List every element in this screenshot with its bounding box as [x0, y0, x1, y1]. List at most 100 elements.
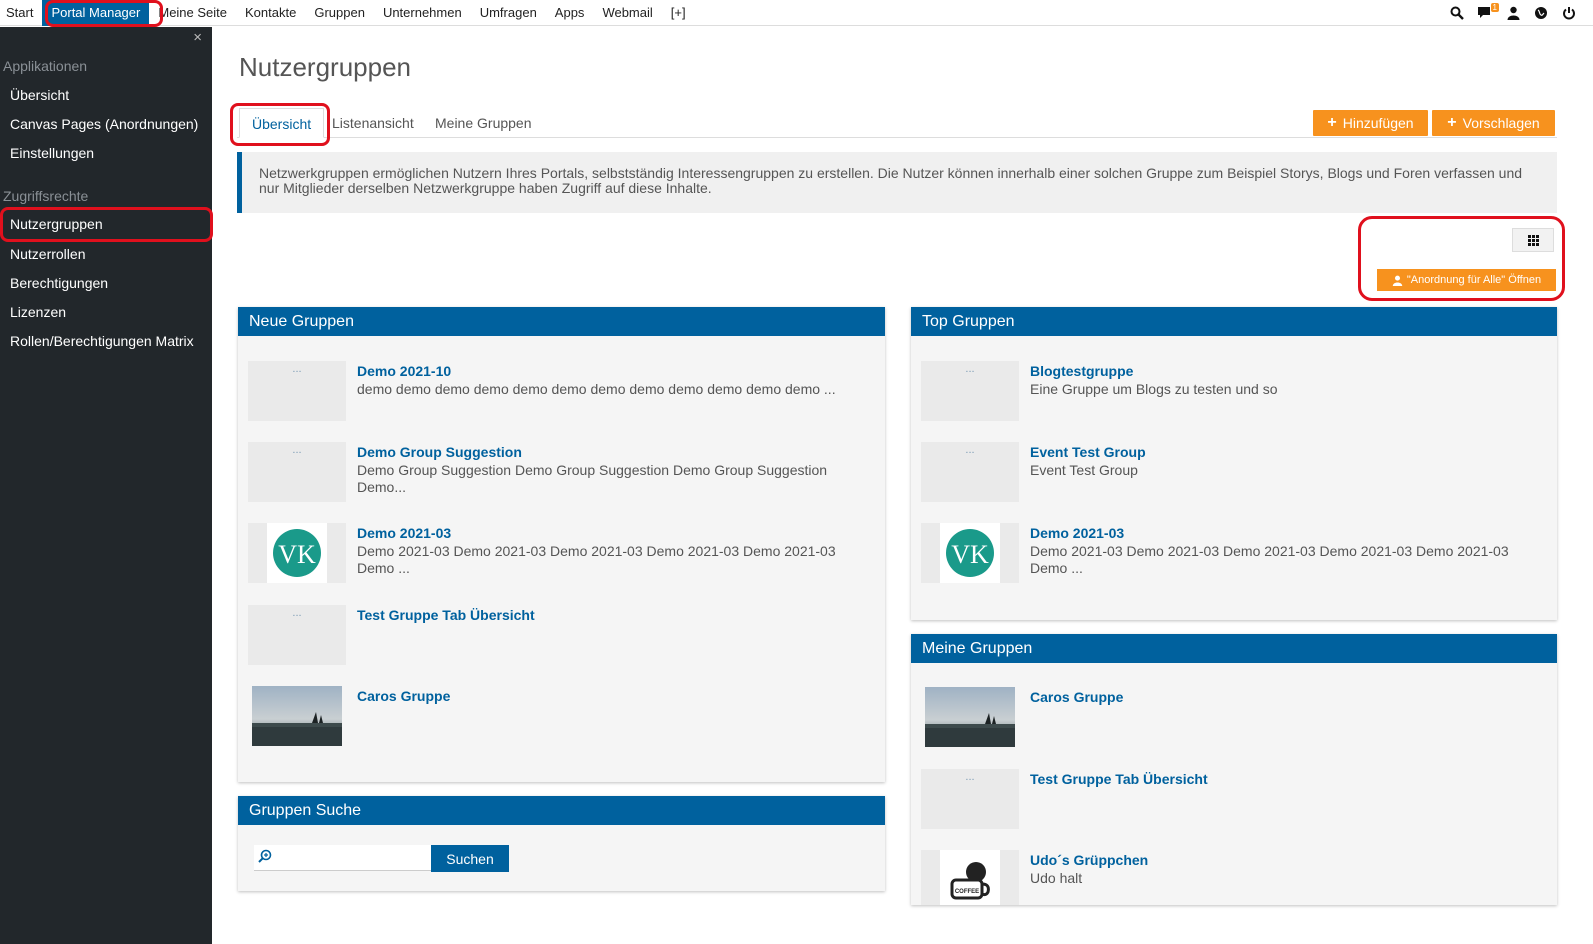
group-title-link[interactable]: Test Gruppe Tab Übersicht	[1030, 771, 1208, 787]
nav-apps[interactable]: Apps	[546, 0, 594, 26]
sidebar-item-nutzergruppen[interactable]: Nutzergruppen	[10, 216, 103, 232]
search-icon	[258, 849, 272, 863]
group-title-link[interactable]: Demo 2021-10	[357, 363, 451, 379]
info-text: Netzwerkgruppen ermöglichen Nutzern Ihre…	[259, 165, 1523, 196]
add-group-label: Hinzufügen	[1342, 115, 1414, 131]
nav-start[interactable]: Start	[0, 0, 42, 26]
panel-top-gruppen: Top Gruppen ... Blogtestgruppe Eine Grup…	[911, 307, 1557, 620]
search-button[interactable]: Suchen	[431, 845, 509, 872]
list-item: VK Demo 2021-03 Demo 2021-03 Demo 2021-0…	[921, 523, 1541, 583]
group-description: Demo 2021-03 Demo 2021-03 Demo 2021-03 D…	[357, 543, 836, 576]
nav-add-more[interactable]: [+]	[662, 0, 695, 26]
add-group-button[interactable]: + Hinzufügen	[1313, 110, 1428, 136]
list-item: COFFEE Udo´s Grüppchen Udo halt	[921, 850, 1541, 905]
user-icon	[1392, 275, 1403, 286]
info-box: Netzwerkgruppen ermöglichen Nutzern Ihre…	[237, 152, 1557, 213]
suggest-group-button[interactable]: + Vorschlagen	[1432, 110, 1555, 136]
group-title-link[interactable]: Test Gruppe Tab Übersicht	[357, 607, 535, 623]
vk-logo-icon: VK	[940, 523, 1000, 583]
tab-uebersicht[interactable]: Übersicht	[239, 108, 325, 138]
user-icon[interactable]	[1505, 5, 1521, 21]
group-description: demo demo demo demo demo demo demo demo …	[357, 381, 836, 397]
nav-webmail[interactable]: Webmail	[593, 0, 661, 26]
list-item: ... Demo Group Suggestion Demo Group Sug…	[248, 442, 868, 502]
chat-icon[interactable]: 1	[1477, 3, 1499, 21]
sidebar-item-berechtigungen[interactable]: Berechtigungen	[10, 275, 108, 291]
list-item: Caros Gruppe	[248, 686, 868, 746]
group-title-link[interactable]: Demo 2021-03	[357, 525, 451, 541]
group-thumbnail-placeholder[interactable]: ...	[248, 605, 346, 665]
sidebar-item-rollen-matrix[interactable]: Rollen/Berechtigungen Matrix	[10, 333, 194, 349]
sidebar-item-uebersicht[interactable]: Übersicht	[10, 87, 69, 103]
sidebar-section-zugriffsrechte: Zugriffsrechte	[3, 188, 89, 204]
nav-portal-manager[interactable]: Portal Manager	[42, 0, 150, 26]
group-thumbnail-placeholder[interactable]: ...	[921, 442, 1019, 502]
globe-icon[interactable]	[1533, 5, 1549, 21]
sidebar-item-einstellungen[interactable]: Einstellungen	[10, 145, 94, 161]
list-item: ... Test Gruppe Tab Übersicht	[921, 769, 1541, 829]
open-layout-label: "Anordnung für Alle" Öffnen	[1406, 274, 1542, 286]
vk-logo-icon: VK	[267, 523, 327, 583]
sidebar: × Applikationen Übersicht Canvas Pages (…	[0, 27, 212, 944]
nav-umfragen[interactable]: Umfragen	[471, 0, 546, 26]
group-thumbnail-placeholder[interactable]: ...	[921, 361, 1019, 421]
landscape-photo-icon	[925, 687, 1015, 747]
nav-gruppen[interactable]: Gruppen	[305, 0, 374, 26]
notification-badge: 1	[1490, 3, 1499, 12]
group-description: Demo 2021-03 Demo 2021-03 Demo 2021-03 D…	[1030, 543, 1509, 576]
page-title: Nutzergruppen	[239, 52, 411, 82]
plus-icon: +	[1447, 114, 1457, 131]
landscape-photo-icon	[252, 686, 342, 746]
group-title-link[interactable]: Demo Group Suggestion	[357, 444, 522, 460]
group-thumbnail[interactable]	[921, 687, 1019, 747]
panel-gruppen-suche: Gruppen Suche Suchen	[238, 796, 885, 891]
search-icon[interactable]	[1449, 5, 1465, 21]
group-thumbnail[interactable]: VK	[248, 523, 346, 583]
group-description: Demo Group Suggestion Demo Group Suggest…	[357, 462, 828, 495]
panel-title: Meine Gruppen	[911, 634, 1557, 663]
list-item: ... Test Gruppe Tab Übersicht	[248, 605, 868, 665]
group-title-link[interactable]: Event Test Group	[1030, 444, 1146, 460]
panel-title: Gruppen Suche	[238, 796, 885, 825]
coffee-logo-icon: COFFEE	[940, 850, 1000, 905]
group-description: Eine Gruppe um Blogs zu testen und so	[1030, 381, 1278, 397]
group-title-link[interactable]: Demo 2021-03	[1030, 525, 1124, 541]
group-title-link[interactable]: Caros Gruppe	[357, 688, 450, 704]
open-layout-for-all-button[interactable]: "Anordnung für Alle" Öffnen	[1377, 269, 1556, 291]
svg-text:VK: VK	[278, 540, 316, 569]
sidebar-item-canvas-pages[interactable]: Canvas Pages (Anordnungen)	[10, 116, 198, 132]
list-item: Caros Gruppe	[921, 687, 1541, 747]
tab-meine-gruppen[interactable]: Meine Gruppen	[423, 108, 544, 138]
group-title-link[interactable]: Caros Gruppe	[1030, 689, 1123, 705]
panel-title: Neue Gruppen	[238, 307, 885, 336]
power-icon[interactable]	[1561, 5, 1577, 21]
group-thumbnail[interactable]	[248, 686, 346, 746]
panel-title: Top Gruppen	[911, 307, 1557, 336]
nav-kontakte[interactable]: Kontakte	[236, 0, 305, 26]
sidebar-item-lizenzen[interactable]: Lizenzen	[10, 304, 66, 320]
tab-listenansicht[interactable]: Listenansicht	[320, 108, 426, 138]
group-description: Event Test Group	[1030, 462, 1138, 478]
grid-layout-button[interactable]	[1512, 228, 1554, 252]
list-item: ... Demo 2021-10 demo demo demo demo dem…	[248, 361, 868, 421]
sidebar-section-applikationen: Applikationen	[3, 58, 88, 74]
group-thumbnail-placeholder[interactable]: ...	[921, 769, 1019, 829]
panel-neue-gruppen: Neue Gruppen ... Demo 2021-10 demo demo …	[238, 307, 885, 782]
group-thumbnail-placeholder[interactable]: ...	[248, 361, 346, 421]
nav-unternehmen[interactable]: Unternehmen	[374, 0, 471, 26]
group-thumbnail[interactable]: VK	[921, 523, 1019, 583]
group-thumbnail[interactable]: COFFEE	[921, 850, 1019, 905]
nav-meine-seite[interactable]: Meine Seite	[149, 0, 236, 26]
group-title-link[interactable]: Blogtestgruppe	[1030, 363, 1133, 379]
grid-icon	[1527, 234, 1539, 246]
group-search-input[interactable]	[254, 845, 431, 871]
close-icon[interactable]: ×	[193, 29, 202, 46]
main-menu: Start Portal Manager Meine Seite Kontakt…	[0, 0, 695, 26]
group-thumbnail-placeholder[interactable]: ...	[248, 442, 346, 502]
group-title-link[interactable]: Udo´s Grüppchen	[1030, 852, 1148, 868]
suggest-group-label: Vorschlagen	[1462, 115, 1540, 131]
panel-meine-gruppen: Meine Gruppen Caros Gruppe ... Test Grup…	[911, 634, 1557, 905]
list-item: ... Event Test Group Event Test Group	[921, 442, 1541, 502]
sidebar-item-nutzerrollen[interactable]: Nutzerrollen	[10, 246, 85, 262]
svg-text:VK: VK	[951, 540, 989, 569]
